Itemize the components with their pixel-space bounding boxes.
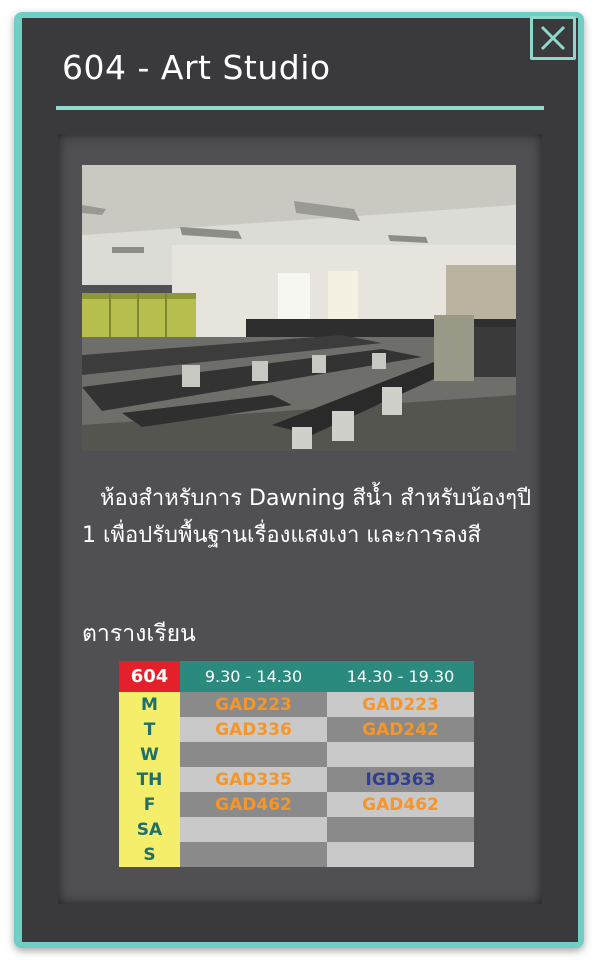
course-cell: GAD335 [180,767,327,792]
slot-header: 9.30 - 14.30 [180,661,327,692]
title-divider [56,106,544,110]
course-cell: GAD336 [180,717,327,742]
schedule-header-row: 604 9.30 - 14.30 14.30 - 19.30 [119,661,474,692]
course-cell: GAD223 [327,692,474,717]
day-label: F [119,792,180,817]
schedule-row: F GAD462 GAD462 [119,792,474,817]
day-label: M [119,692,180,717]
course-cell [327,742,474,767]
schedule-row: TH GAD335 IGD363 [119,767,474,792]
course-cell [327,817,474,842]
day-label: TH [119,767,180,792]
course-cell: GAD462 [180,792,327,817]
schedule-row: SA [119,817,474,842]
day-label: S [119,842,180,867]
slot-header: 14.30 - 19.30 [327,661,474,692]
classroom-photo [82,165,516,451]
close-icon [540,25,566,51]
course-cell [180,742,327,767]
course-cell: GAD462 [327,792,474,817]
course-cell: GAD242 [327,717,474,742]
schedule-row: T GAD336 GAD242 [119,717,474,742]
schedule-row: M GAD223 GAD223 [119,692,474,717]
course-cell [180,817,327,842]
close-button[interactable] [530,16,576,60]
course-cell: GAD223 [180,692,327,717]
schedule-heading: ตารางเรียน [82,621,196,647]
course-cell [327,842,474,867]
course-cell: IGD363 [327,767,474,792]
page-title: 604 - Art Studio [62,48,331,87]
day-label: T [119,717,180,742]
course-cell [180,842,327,867]
schedule-row: W [119,742,474,767]
day-label: W [119,742,180,767]
schedule-row: S [119,842,474,867]
schedule-table: 604 9.30 - 14.30 14.30 - 19.30 M GAD223 … [119,661,474,867]
day-label: SA [119,817,180,842]
room-number-badge: 604 [119,661,180,692]
room-description: ห้องสำหรับการ Dawning สีน้ำ สำหรับน้องๆป… [82,486,532,548]
